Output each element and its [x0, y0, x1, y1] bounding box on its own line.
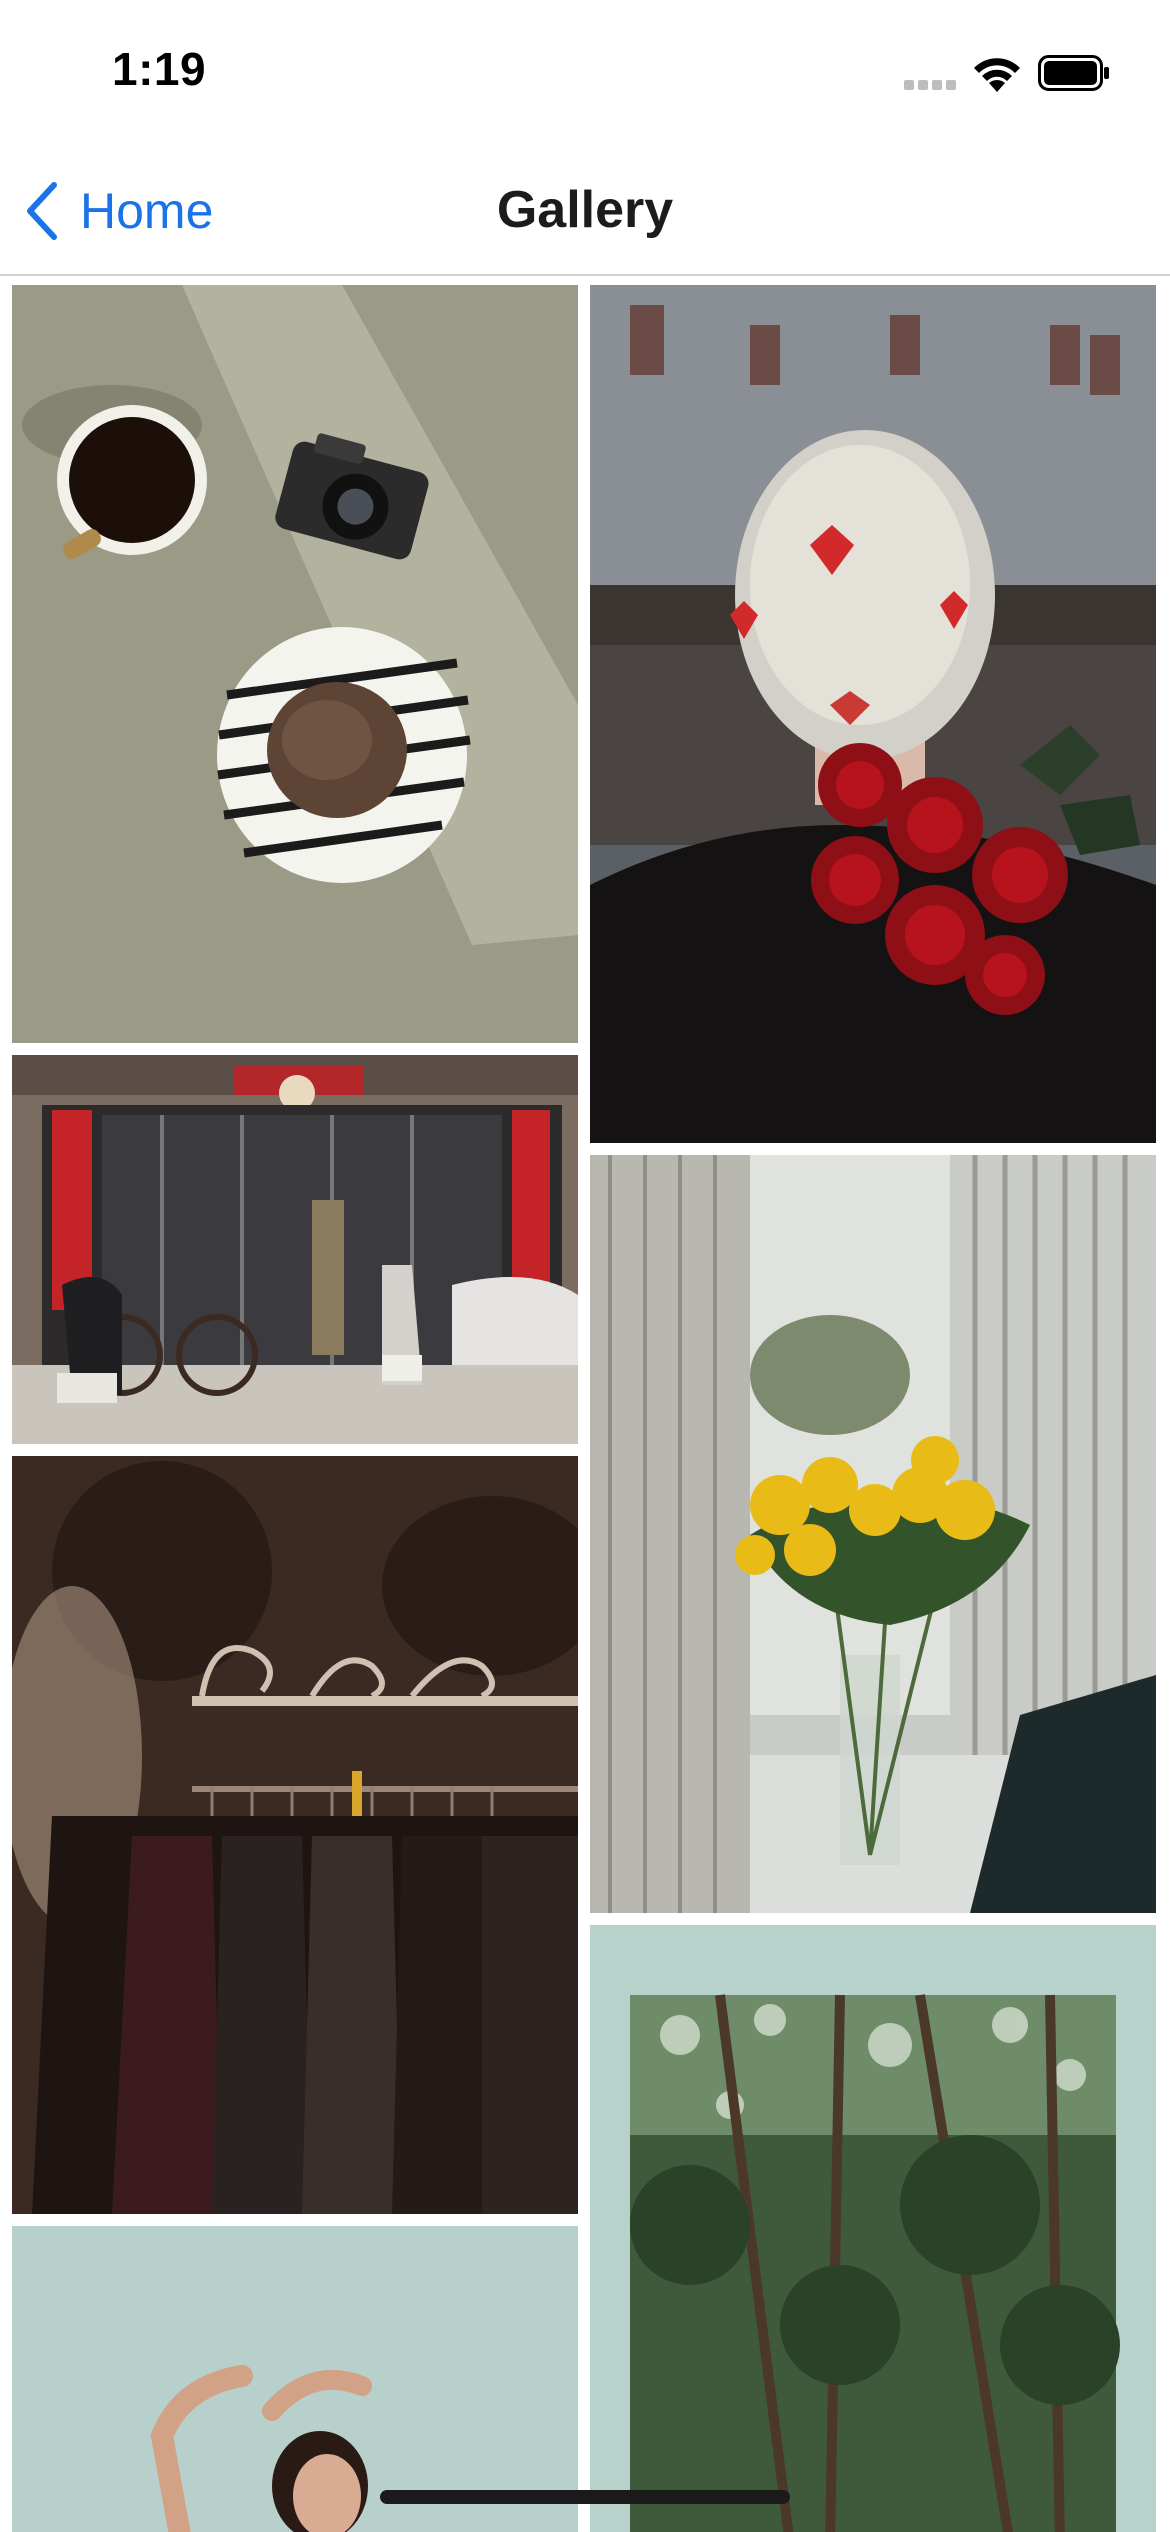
wifi-icon: [974, 58, 1020, 92]
gallery-photo[interactable]: [590, 1925, 1156, 2532]
gallery-photo[interactable]: [12, 285, 578, 1043]
gallery-photo[interactable]: [590, 1155, 1156, 1913]
navigation-bar: Home Gallery: [0, 150, 1170, 276]
storefront-scooters-image: [12, 1055, 578, 1444]
status-bar: 1:19: [0, 0, 1170, 150]
gallery-photo[interactable]: [12, 1055, 578, 1444]
page-title: Gallery: [496, 181, 674, 239]
woman-pose-image: [12, 2226, 578, 2532]
cellular-signal-icon: [904, 80, 964, 94]
status-time: 1:19: [112, 43, 207, 95]
gallery-photo[interactable]: [590, 285, 1156, 1143]
gallery-photo[interactable]: [12, 2226, 578, 2532]
gallery-photo[interactable]: [12, 1456, 578, 2214]
hair-with-roses-image: [590, 285, 1156, 1143]
framed-forest-image: [590, 1925, 1156, 2532]
photo-gallery[interactable]: [0, 276, 1170, 2532]
home-indicator: [380, 2490, 790, 2504]
battery-icon: [1038, 55, 1109, 91]
clothing-rack-image: [12, 1456, 578, 2214]
yellow-roses-window-image: [590, 1155, 1156, 1913]
coffee-camera-cookie-image: [12, 285, 578, 1043]
